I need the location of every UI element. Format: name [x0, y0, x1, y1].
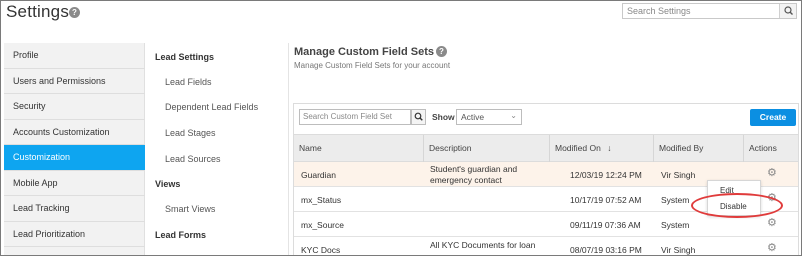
column-header-description[interactable]: Description	[424, 135, 472, 162]
help-icon[interactable]: ?	[69, 7, 80, 18]
table-row[interactable]: KYC Docs All KYC Documents for loan 08/0…	[294, 237, 798, 255]
section-subtitle: Manage Custom Field Sets for your accoun…	[294, 61, 451, 70]
subnav-item-lead-stages[interactable]: Lead Stages	[165, 128, 216, 138]
search-icon[interactable]	[779, 4, 796, 18]
subnav-section-lead-forms: Lead Forms	[155, 230, 207, 240]
column-header-actions: Actions	[749, 143, 777, 153]
sidebar-item-profile[interactable]: Profile	[4, 43, 145, 69]
sidebar-item-lead-prioritization[interactable]: Lead Prioritization	[4, 222, 145, 247]
search-icon	[414, 112, 423, 121]
row-modified-on: 09/11/19 07:36 AM	[570, 220, 641, 230]
column-header-modified-on[interactable]: Modified On ↓	[550, 135, 611, 162]
gear-icon[interactable]: ⚙	[767, 168, 777, 179]
row-modified-by: System	[661, 220, 690, 230]
sidebar-item-accounts-customization[interactable]: Accounts Customization	[4, 120, 145, 145]
settings-window: Settings ? Search Settings Profile Users…	[0, 0, 802, 256]
sidebar-item-customization[interactable]: Customization	[4, 145, 145, 171]
customization-subnav: Lead Settings Lead Fields Dependent Lead…	[145, 43, 289, 255]
create-button[interactable]: Create	[750, 109, 796, 126]
subnav-item-lead-sources[interactable]: Lead Sources	[165, 154, 221, 164]
page-title: Settings	[6, 2, 70, 21]
sidebar-item-mobile-app[interactable]: Mobile App	[4, 171, 145, 196]
chevron-down-icon: ⌄	[510, 111, 517, 120]
show-filter-value: Active	[461, 112, 485, 122]
sidebar-item-security[interactable]: Security	[4, 94, 145, 120]
row-description: Student's guardian and	[430, 164, 518, 174]
row-modified-on: 12/03/19 12:24 PM	[570, 170, 642, 180]
page-header: Settings ? Search Settings	[1, 1, 801, 39]
subnav-section-lead-settings: Lead Settings	[155, 52, 215, 62]
settings-search-placeholder: Search Settings	[627, 6, 691, 16]
field-set-search-button[interactable]	[411, 109, 426, 125]
sidebar-item-lead-tracking[interactable]: Lead Tracking	[4, 196, 145, 222]
gear-icon[interactable]: ⚙	[767, 218, 777, 229]
settings-sidebar: Profile Users and Permissions Security A…	[4, 43, 145, 255]
highlight-ring	[691, 193, 783, 218]
subnav-section-views: Views	[155, 179, 181, 189]
column-header-name[interactable]: Name	[294, 135, 322, 162]
subnav-item-dependent-lead-fields[interactable]: Dependent Lead Fields	[165, 102, 258, 112]
table-header: Name Description Modified On ↓ Modified …	[294, 134, 798, 162]
show-filter-select[interactable]: Active ⌄	[456, 109, 522, 125]
row-name: Guardian	[301, 170, 336, 180]
row-description: All KYC Documents for loan	[430, 240, 536, 250]
section-title: Manage Custom Field Sets	[294, 46, 434, 58]
row-modified-on: 08/07/19 03:16 PM	[570, 245, 642, 255]
field-set-search-placeholder: Search Custom Field Set	[303, 112, 392, 121]
subnav-item-smart-views[interactable]: Smart Views	[165, 204, 215, 214]
sidebar-item-users-and-permissions[interactable]: Users and Permissions	[4, 69, 145, 94]
row-modified-on: 10/17/19 07:52 AM	[570, 195, 642, 205]
gear-icon[interactable]: ⚙	[767, 243, 777, 254]
subnav-item-lead-fields[interactable]: Lead Fields	[165, 77, 212, 87]
row-modified-by: System	[661, 195, 690, 205]
row-modified-by: Vir Singh	[661, 245, 696, 255]
row-name: KYC Docs	[301, 245, 341, 255]
row-name: mx_Source	[301, 220, 344, 230]
sort-arrow-icon: ↓	[607, 143, 612, 153]
settings-search-input[interactable]: Search Settings	[622, 3, 797, 19]
row-modified-by: Vir Singh	[661, 170, 696, 180]
section-help-icon[interactable]: ?	[436, 46, 447, 57]
column-header-modified-on-label: Modified On	[555, 143, 601, 153]
row-description: emergency contact	[430, 175, 502, 185]
field-set-search-input[interactable]: Search Custom Field Set	[299, 109, 411, 125]
column-header-modified-by[interactable]: Modified By	[654, 135, 703, 162]
row-name: mx_Status	[301, 195, 342, 205]
show-filter-label: Show	[432, 112, 455, 122]
